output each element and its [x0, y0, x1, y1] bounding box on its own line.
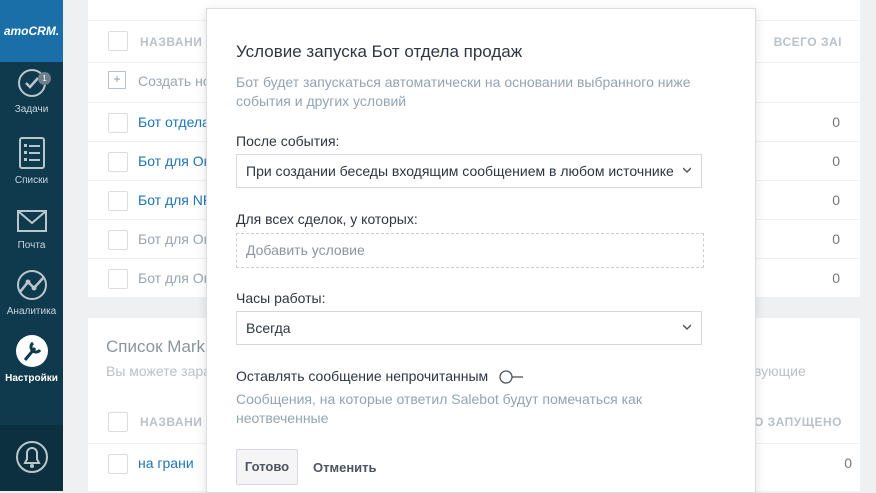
wrench-settings-icon [15, 335, 48, 367]
row-name-link[interactable]: на грани [138, 455, 194, 471]
row-name-link[interactable]: Бот для Он [138, 153, 211, 169]
sidebar-item-tasks[interactable]: 1 Задачи [0, 66, 63, 115]
cancel-button[interactable]: Отменить [313, 460, 377, 475]
event-label: После события: [236, 133, 340, 149]
sidebar-item-label: Аналитика [6, 306, 57, 317]
add-condition-placeholder: Добавить условие [246, 242, 365, 258]
column-header-total: ВСЕГО ЗАІ [773, 35, 842, 49]
select-all-checkbox[interactable] [108, 412, 128, 432]
sidebar-item-label: Настройки [5, 373, 58, 384]
row-count: 0 [832, 231, 840, 247]
done-button[interactable]: Готово [236, 449, 298, 485]
plus-icon: + [108, 71, 126, 89]
section-subtitle-end: вующие [754, 363, 806, 379]
row-count: 0 [832, 270, 840, 286]
sidebar-footer [0, 425, 63, 491]
row-count: 0 [844, 455, 852, 471]
row-count: 0 [832, 114, 840, 130]
row-checkbox[interactable] [108, 113, 128, 133]
sidebar-item-label: Почта [17, 240, 46, 251]
section-title: Список Mark [106, 337, 206, 356]
section-subtitle: Вы можете зара [106, 363, 211, 379]
analytics-chart-icon [16, 270, 47, 300]
create-link[interactable]: Создать но [138, 73, 211, 89]
sidebar-item-settings[interactable]: Настройки [0, 333, 63, 384]
row-checkbox[interactable] [108, 152, 128, 172]
hours-select-value: Всегда [246, 320, 291, 336]
row-name-link[interactable]: Бот для Он [138, 231, 211, 247]
tasks-count-badge: 1 [38, 72, 51, 85]
sidebar: amoCRM. 1 Задачи Списки Почта Аналитика … [0, 0, 63, 491]
row-checkbox[interactable] [108, 454, 128, 474]
bell-icon[interactable] [16, 439, 48, 475]
row-name-link[interactable]: Бот для Он [138, 270, 211, 286]
envelope-icon [16, 210, 47, 232]
row-name-link[interactable]: Бот для NP [138, 192, 212, 208]
hours-select[interactable]: Всегда [236, 311, 702, 345]
unread-label: Оставлять сообщение непрочитанным [236, 368, 489, 384]
sidebar-item-label: Списки [14, 175, 49, 186]
chevron-down-icon [683, 324, 691, 330]
column-header-launched: О ЗАПУЩЕНО [753, 415, 842, 429]
sidebar-item-lists[interactable]: Списки [0, 135, 63, 186]
column-header-name: НАЗВАНИ [140, 35, 203, 49]
event-select[interactable]: При создании беседы входящим сообщением … [236, 154, 702, 188]
event-select-value: При создании беседы входящим сообщением … [246, 163, 674, 179]
add-condition-field[interactable]: Добавить условие [236, 233, 704, 268]
row-checkbox[interactable] [108, 269, 128, 289]
select-all-checkbox[interactable] [108, 31, 128, 51]
row-name-link[interactable]: Бот отдела [138, 114, 210, 130]
hours-label: Часы работы: [236, 290, 326, 306]
app-logo[interactable]: amoCRM. [0, 0, 63, 62]
row-checkbox[interactable] [108, 191, 128, 211]
row-checkbox[interactable] [108, 230, 128, 250]
row-count: 0 [832, 153, 840, 169]
column-header-name: НАЗВАНИ [140, 415, 203, 429]
sidebar-item-mail[interactable]: Почта [0, 206, 63, 251]
launch-condition-modal: Условие запуска Бот отдела продаж Бот бу… [206, 8, 756, 493]
unread-hint: Сообщения, на которые ответил Salebot бу… [236, 391, 642, 426]
list-icon [18, 137, 45, 169]
modal-title: Условие запуска Бот отдела продаж [236, 42, 523, 61]
unread-toggle[interactable] [499, 370, 525, 384]
sidebar-item-label: Задачи [14, 104, 49, 115]
modal-description: Бот будет запускаться автоматически на о… [236, 74, 691, 109]
sidebar-item-analytics[interactable]: Аналитика [0, 268, 63, 317]
deals-label: Для всех сделок, у которых: [236, 211, 418, 227]
chevron-down-icon [683, 167, 691, 173]
row-count: 0 [832, 192, 840, 208]
